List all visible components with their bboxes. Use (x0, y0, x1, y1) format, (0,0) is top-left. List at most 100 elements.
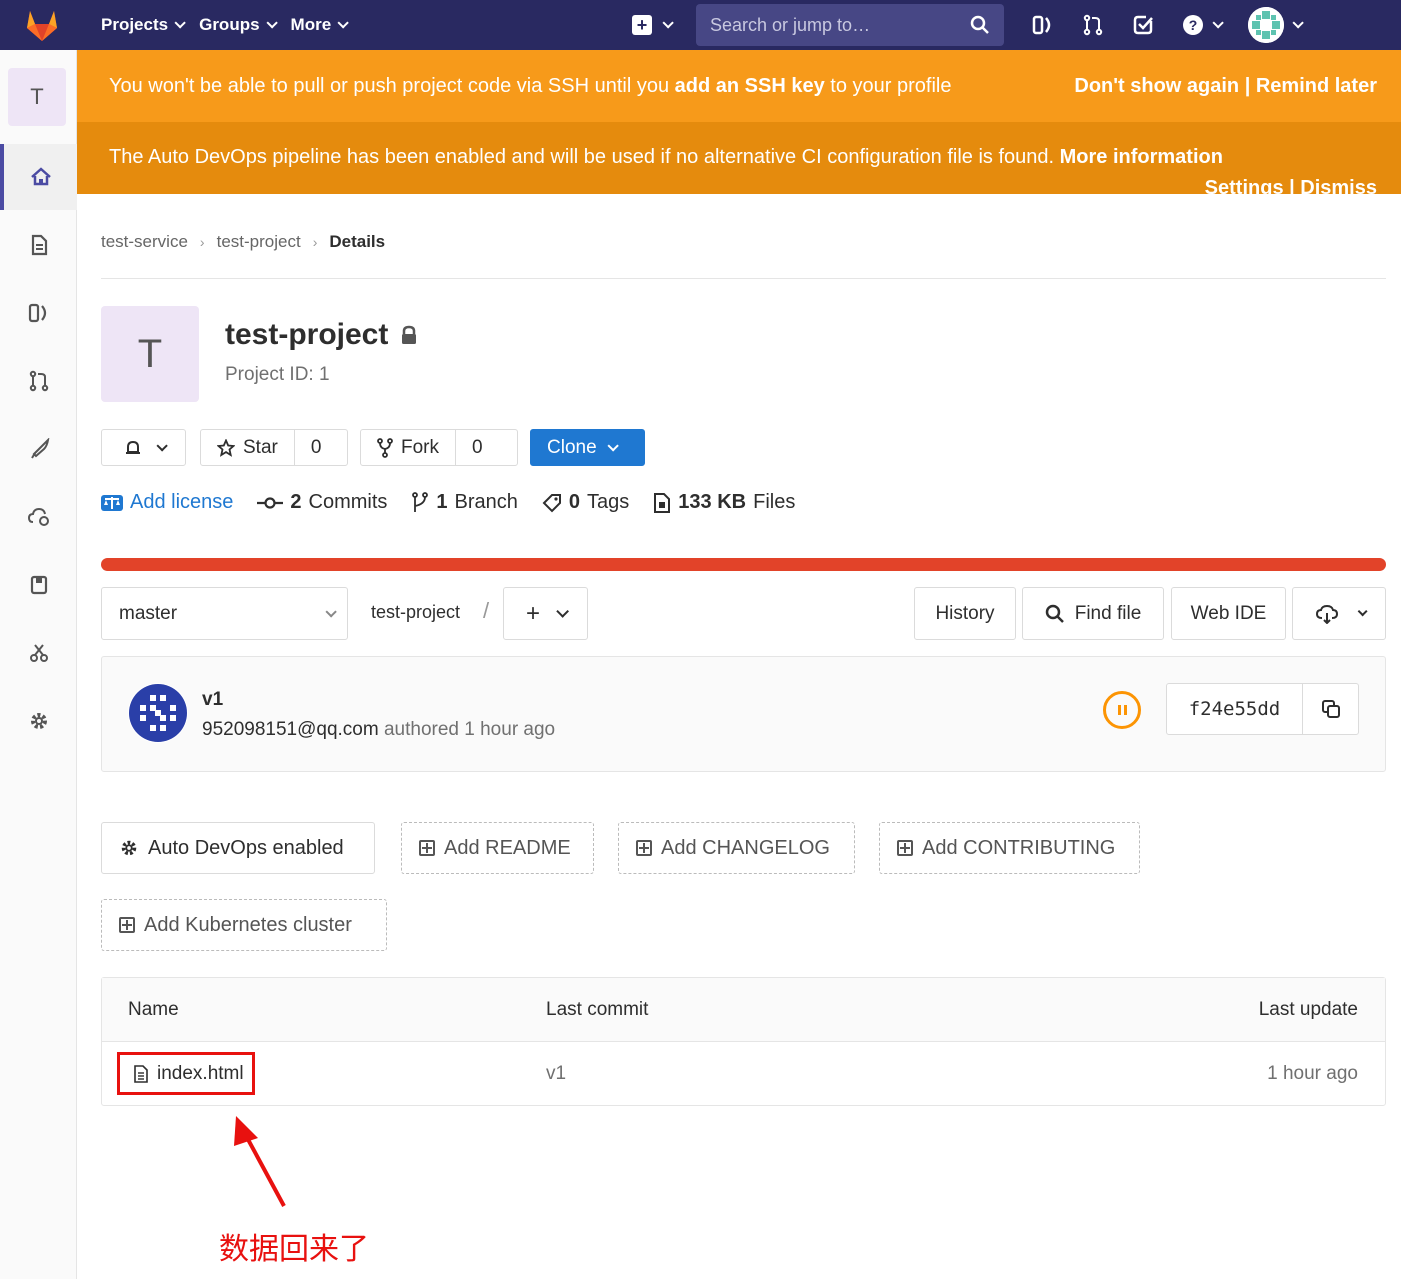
pipeline-paused-status-icon[interactable] (1103, 691, 1141, 729)
clone-dropdown-button[interactable]: Clone (530, 429, 645, 466)
file-last-commit-link[interactable]: v1 (546, 1063, 566, 1085)
devops-banner-actions[interactable]: Settings | Dismiss (1205, 177, 1377, 194)
sidebar-item-project-overview[interactable] (0, 144, 77, 210)
search-icon (1045, 604, 1064, 623)
project-avatar: T (101, 306, 199, 402)
ssh-banner-actions[interactable]: Don't show again | Remind later (1074, 75, 1377, 98)
branches-link[interactable]: 1 Branch (411, 491, 518, 514)
new-item-dropdown[interactable]: + (632, 15, 674, 35)
chevron-down-icon (266, 17, 278, 29)
ssh-key-warning-banner: You won't be able to pull or push projec… (77, 50, 1401, 122)
copy-sha-button[interactable] (1302, 684, 1358, 734)
file-name: index.html (157, 1062, 244, 1084)
commit-author-avatar[interactable] (128, 683, 188, 743)
add-contributing-button[interactable]: Add CONTRIBUTING (879, 822, 1140, 874)
sidebar-item-snippets[interactable] (0, 620, 77, 686)
commit-time: authored 1 hour ago (383, 719, 556, 740)
project-sidebar: T (0, 50, 77, 1279)
web-ide-button[interactable]: Web IDE (1171, 587, 1286, 640)
breadcrumb-group-link[interactable]: test-service (101, 232, 188, 252)
history-button[interactable]: History (914, 587, 1016, 640)
sidebar-item-merge-requests[interactable] (0, 348, 77, 414)
sidebar-item-wiki[interactable] (0, 552, 77, 618)
web-ide-label: Web IDE (1190, 602, 1267, 624)
clone-label: Clone (547, 436, 597, 458)
files-link[interactable]: 133 KB Files (653, 491, 795, 514)
find-file-button[interactable]: Find file (1022, 587, 1164, 640)
add-ssh-key-link[interactable]: add an SSH key (675, 75, 825, 97)
pipeline-progress-bar (101, 558, 1386, 571)
nav-todos-button[interactable] (1132, 14, 1154, 36)
chevron-down-icon (1292, 17, 1304, 29)
commit-author-link[interactable]: 952098151@qq.com (202, 719, 379, 740)
star-icon (217, 438, 235, 457)
project-title: test-project (225, 318, 418, 352)
chevron-right-icon: › (312, 234, 318, 250)
search-input[interactable]: Search or jump to… (696, 4, 1004, 46)
star-toggle[interactable]: Star (201, 430, 294, 465)
add-square-icon (636, 840, 652, 856)
scale-icon (101, 494, 123, 511)
nav-groups-dropdown[interactable]: Groups (199, 15, 278, 35)
branch-icon (412, 491, 429, 512)
tags-link[interactable]: 0 Tags (542, 491, 629, 514)
fork-button[interactable]: Fork 0 (360, 429, 518, 466)
sidebar-item-operations[interactable] (0, 484, 77, 550)
table-header: Name Last commit Last update (102, 978, 1385, 1042)
add-license-link[interactable]: Add license (101, 491, 233, 514)
nav-more-dropdown[interactable]: More (291, 15, 349, 35)
plus-square-icon: + (632, 15, 652, 35)
more-information-link[interactable]: More information (1060, 146, 1223, 168)
todo-check-icon (1133, 15, 1153, 35)
sidebar-item-repository[interactable] (0, 212, 77, 278)
scissors-icon (29, 644, 48, 662)
commit-sha-group: f24e55dd (1166, 683, 1359, 735)
nav-issues-button[interactable] (1032, 14, 1054, 36)
add-contributing-label: Add CONTRIBUTING (922, 836, 1116, 859)
nav-user-dropdown[interactable] (1248, 7, 1304, 43)
breadcrumb-current[interactable]: Details (329, 232, 385, 252)
plus-icon: + (525, 599, 540, 627)
auto-devops-label: Auto DevOps enabled (148, 836, 344, 859)
download-dropdown[interactable] (1292, 587, 1386, 640)
add-changelog-button[interactable]: Add CHANGELOG (618, 822, 855, 874)
commit-icon (257, 496, 284, 509)
breadcrumb-project-link[interactable]: test-project (217, 232, 301, 252)
fork-toggle[interactable]: Fork (361, 430, 455, 465)
star-label: Star (243, 436, 278, 458)
commit-title[interactable]: v1 (202, 689, 223, 711)
sidebar-item-issues[interactable] (0, 280, 77, 346)
commit-sha-link[interactable]: f24e55dd (1167, 684, 1302, 734)
star-button[interactable]: Star 0 (200, 429, 348, 466)
sidebar-item-ci-cd[interactable] (0, 416, 77, 482)
file-name-link[interactable]: index.html (117, 1052, 255, 1095)
auto-devops-button[interactable]: Auto DevOps enabled (101, 822, 375, 874)
repo-path-link[interactable]: test-project (371, 602, 460, 623)
commits-count: 2 (290, 491, 302, 513)
add-readme-button[interactable]: Add README (401, 822, 594, 874)
column-header-last-update: Last update (1258, 999, 1358, 1020)
annotation-arrow-icon (234, 1116, 286, 1207)
home-icon (30, 167, 51, 186)
nav-merge-requests-button[interactable] (1082, 14, 1104, 36)
sidebar-project-avatar[interactable]: T (8, 68, 66, 126)
branch-switcher-dropdown[interactable]: master (101, 587, 348, 640)
star-count[interactable]: 0 (293, 430, 338, 465)
sidebar-item-settings[interactable] (0, 688, 77, 754)
commits-link[interactable]: 2 Commits (257, 491, 387, 514)
annotation-text: 数据回来了 (219, 1232, 369, 1267)
project-stats: Add license 2 Commits 1 Branch 0 Tags 133 K… (101, 491, 795, 514)
add-kubernetes-cluster-button[interactable]: Add Kubernetes cluster (101, 899, 387, 951)
nav-projects-dropdown[interactable]: Projects (101, 15, 186, 35)
nav-help-dropdown[interactable]: ? (1182, 14, 1224, 36)
book-icon (30, 575, 47, 595)
add-file-dropdown[interactable]: + (503, 587, 588, 640)
file-size-icon (654, 492, 671, 513)
notification-dropdown[interactable] (101, 429, 186, 466)
issues-board-icon (1032, 15, 1051, 35)
gitlab-logo-icon[interactable] (0, 0, 84, 50)
fork-count[interactable]: 0 (455, 430, 499, 465)
table-row[interactable]: index.html v1 1 hour ago (102, 1042, 1385, 1106)
project-name: test-project (225, 318, 389, 351)
commits-label: Commits (308, 491, 388, 513)
